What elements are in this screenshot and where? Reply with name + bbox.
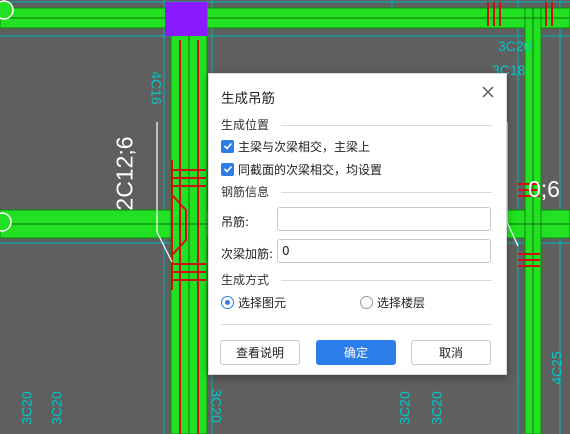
- cyan-label-8: 4C25: [548, 351, 565, 385]
- checkbox-main-beam[interactable]: [221, 139, 234, 153]
- radio-button-selected[interactable]: [221, 296, 234, 309]
- cyan-label-5: 3C20: [48, 391, 65, 425]
- method-section: 生成方式: [221, 271, 492, 288]
- buttons-divider: [221, 324, 492, 325]
- rebar-section-label: 钢筋信息: [221, 183, 274, 200]
- radio-select-floor-label: 选择楼层: [377, 296, 426, 310]
- cyan-label-6: 3C20: [208, 389, 225, 423]
- option-main-beam-label: 主梁与次梁相交，主梁上: [238, 139, 371, 154]
- help-button[interactable]: 查看说明: [220, 340, 300, 365]
- position-section-label: 生成位置: [221, 116, 274, 133]
- dialog-title: 生成吊筋: [221, 91, 275, 107]
- check-icon: [223, 165, 232, 173]
- rebar-section: 钢筋信息: [221, 183, 492, 200]
- method-section-label: 生成方式: [221, 271, 274, 288]
- rebar-annotation-left: 2C12;6: [111, 136, 138, 211]
- highlighted-column: [165, 2, 207, 36]
- cyan-label-7: 3C20: [396, 391, 413, 425]
- cancel-button[interactable]: 取消: [411, 340, 491, 365]
- option-same-section-label: 同截面的次梁相交，均设置: [238, 162, 383, 177]
- generate-hanger-dialog: 生成吊筋 生成位置 主梁与次梁相交，主梁上 同截面的次梁相交，均设置 钢筋信息 …: [208, 73, 507, 375]
- radio-select-element[interactable]: 选择图元: [221, 294, 286, 311]
- cyan-label-1: 4C16: [148, 71, 165, 105]
- close-icon[interactable]: [480, 84, 496, 100]
- section-divider: [281, 280, 492, 281]
- option-main-beam[interactable]: 主梁与次梁相交，主梁上: [221, 138, 370, 154]
- secondary-label: 次梁加筋:: [221, 247, 274, 261]
- secondary-input[interactable]: [277, 239, 491, 263]
- position-section: 生成位置: [221, 116, 492, 133]
- checkbox-same-section[interactable]: [221, 162, 234, 176]
- cyan-label-9: 3C20: [428, 391, 445, 425]
- cyan-label-4: 3C20: [18, 391, 35, 425]
- section-divider: [281, 125, 492, 126]
- radio-select-element-label: 选择图元: [238, 296, 287, 310]
- check-icon: [223, 142, 232, 150]
- radio-select-floor[interactable]: 选择楼层: [360, 294, 425, 311]
- hanger-label: 吊筋:: [221, 215, 250, 229]
- section-divider: [281, 192, 492, 193]
- cyan-label-2: 3C20: [498, 38, 532, 54]
- rebar-annotation-right: 0;6: [528, 176, 560, 202]
- hanger-input[interactable]: [277, 207, 491, 231]
- radio-button[interactable]: [360, 296, 373, 309]
- option-same-section[interactable]: 同截面的次梁相交，均设置: [221, 161, 382, 177]
- ok-button[interactable]: 确定: [316, 340, 396, 365]
